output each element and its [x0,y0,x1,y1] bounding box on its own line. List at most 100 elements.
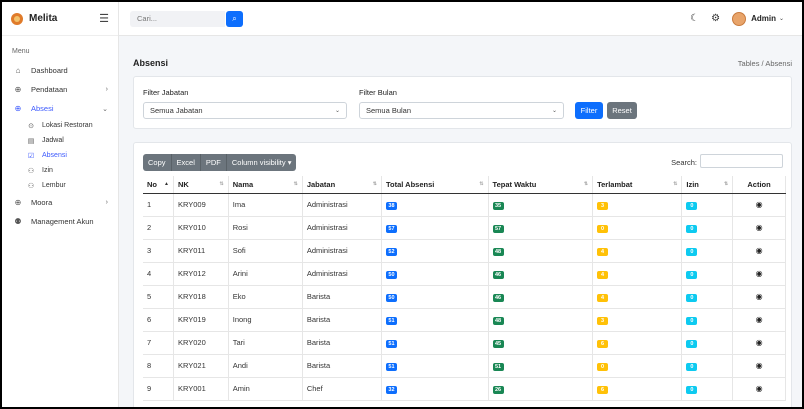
sidebar: Melita ☰ Menu ⌂ Dashboard ⊕ Pendataan › … [2,2,119,407]
sidebar-item-label: Dashboard [31,66,68,75]
cell-nama: Andi [228,354,303,378]
chevron-right-icon: › [105,199,108,206]
table-row: 4 KRY012 Arini Administrasi 50 46 4 0 ◉ [143,262,786,286]
chevron-down-icon[interactable]: ⌄ [779,15,784,22]
sort-icon: ⇅ [293,181,298,187]
table-cell: 3 [592,193,683,217]
cell-nama: Ima [228,193,303,217]
badge-tepat-waktu: 48 [492,316,504,325]
filter-jabatan-select[interactable]: Semua Jabatan ⌄ [143,102,347,119]
eye-icon[interactable]: ◉ [756,246,763,255]
pdf-button[interactable]: PDF [201,154,227,171]
badge-izin: 0 [686,362,698,371]
excel-button[interactable]: Excel [172,154,201,171]
badge-terlambat: 6 [597,385,609,394]
table-row: 3 KRY011 Sofi Administrasi 52 48 4 0 ◉ [143,239,786,263]
table-cell: 45 [488,331,594,355]
eye-icon[interactable]: ◉ [756,269,763,278]
cell-action: ◉ [732,308,786,332]
search-button[interactable]: ⌕ [226,10,243,27]
table-cell: 26 [488,377,594,401]
gear-icon[interactable]: ⚙ [711,13,720,24]
globe-icon: ⊕ [14,85,22,94]
admin-name[interactable]: Admin [751,14,776,23]
table-cell: 52 [381,239,489,263]
cell-nk: KRY020 [173,331,229,355]
table-row: 7 KRY020 Tari Barista 51 45 6 0 ◉ [143,331,786,355]
sidebar-subitem-lokasi-restoran[interactable]: ⊙ Lokasi Restoran [2,118,118,133]
sidebar-subitem-label: Absensi [42,152,67,159]
column-header-nama[interactable]: Nama ⇅ [228,176,303,194]
table-cell: 46 [488,262,594,286]
sidebar-item-moora[interactable]: ⊕ Moora › [2,193,118,212]
badge-tepat-waktu: 51 [492,362,504,371]
sidebar-subitem-lembur[interactable]: ⚇ Lembur [2,178,118,193]
column-header-izin[interactable]: Izin ⇅ [681,176,734,194]
table-cell: 0 [592,354,683,378]
eye-icon[interactable]: ◉ [756,200,763,209]
search-input[interactable] [130,10,225,27]
table-cell: 0 [681,239,734,263]
cell-jabatan: Administrasi [302,193,382,217]
column-visibility-button[interactable]: Column visibility ▾ [227,154,297,171]
eye-icon[interactable]: ◉ [756,361,763,370]
cell-action: ◉ [732,262,786,286]
cell-nk: KRY019 [173,308,229,332]
sidebar-item-dashboard[interactable]: ⌂ Dashboard [2,61,118,80]
sidebar-subitem-absensi[interactable]: ☑ Absensi [2,148,118,163]
filter-jabatan-value: Semua Jabatan [150,106,203,115]
badge-terlambat: 3 [597,201,609,210]
sidebar-subitem-izin[interactable]: ⚇ Izin [2,163,118,178]
avatar[interactable] [732,11,747,26]
column-header-terlambat[interactable]: Terlambat ⇅ [592,176,683,194]
table-search-input[interactable] [700,154,783,168]
sidebar-item-absesi[interactable]: ⊕ Absesi ⌄ [2,99,118,118]
badge-total-absensi: 32 [385,385,397,394]
badge-terlambat: 4 [597,293,609,302]
filter-bulan-select[interactable]: Semua Bulan ⌄ [359,102,564,119]
sort-icon: ⇅ [673,181,678,187]
cell-no: 4 [143,262,174,286]
eye-icon[interactable]: ◉ [756,223,763,232]
sidebar-item-label: Management Akun [31,217,94,226]
cell-nama: Eko [228,285,303,309]
eye-icon[interactable]: ◉ [756,315,763,324]
eye-icon[interactable]: ◉ [756,384,763,393]
copy-button[interactable]: Copy [143,154,172,171]
reset-button[interactable]: Reset [607,102,637,119]
eye-icon[interactable]: ◉ [756,292,763,301]
cell-action: ◉ [732,285,786,309]
column-header-total-absensi[interactable]: Total Absensi ⇅ [381,176,489,194]
users-icon: ⚉ [14,217,22,226]
table-cell: 50 [381,262,489,286]
filter-button[interactable]: Filter [575,102,603,119]
table-cell: 32 [381,377,489,401]
cell-action: ◉ [732,193,786,217]
cell-nk: KRY009 [173,193,229,217]
filter-card: Filter Jabatan Semua Jabatan ⌄ Filter Bu… [133,76,792,129]
table-cell: 51 [381,331,489,355]
sidebar-item-pendataan[interactable]: ⊕ Pendataan › [2,80,118,99]
sidebar-subitem-jadwal[interactable]: ▤ Jadwal [2,133,118,148]
badge-izin: 0 [686,247,698,256]
badge-izin: 0 [686,339,698,348]
sidebar-item-management-akun[interactable]: ⚉ Management Akun [2,212,118,231]
chevron-down-icon: ⌄ [551,108,557,114]
column-header-no[interactable]: No ▲ [143,176,174,194]
badge-total-absensi: 50 [385,293,397,302]
eye-icon[interactable]: ◉ [756,338,763,347]
menu-heading: Menu [12,48,30,55]
column-header-nk[interactable]: NK ⇅ [173,176,229,194]
badge-izin: 0 [686,316,698,325]
cell-no: 3 [143,239,174,263]
cell-action: ◉ [732,331,786,355]
hamburger-menu-icon[interactable]: ☰ [99,12,109,25]
table-cell: 4 [592,262,683,286]
cell-nama: Tari [228,331,303,355]
table-cell: 51 [381,354,489,378]
table-cell: 57 [381,216,489,240]
column-header-tepat-waktu[interactable]: Tepat Waktu ⇅ [488,176,594,194]
sidebar-subitem-label: Izin [42,167,53,174]
column-header-jabatan[interactable]: Jabatan ⇅ [302,176,382,194]
moon-icon[interactable]: ☾ [690,13,699,24]
